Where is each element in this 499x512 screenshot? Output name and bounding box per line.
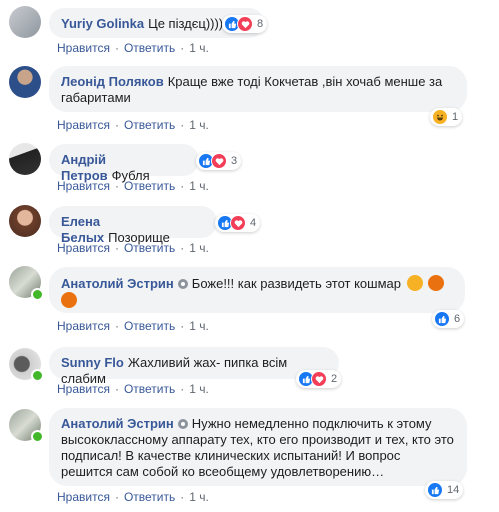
timestamp[interactable]: 1 ч. <box>189 179 209 193</box>
astonished-emoji-icon <box>406 275 423 291</box>
comment-actions: Нравится · Ответить · 1 ч. <box>57 241 209 255</box>
comment-author[interactable]: Анатолий Эстрин <box>61 416 174 431</box>
reply-link[interactable]: Ответить <box>124 490 175 504</box>
online-status-indicator <box>31 369 44 382</box>
comment-actions: Нравится · Ответить · 1 ч. <box>57 490 209 504</box>
reply-link[interactable]: Ответить <box>124 41 175 55</box>
reply-link[interactable]: Ответить <box>124 118 175 132</box>
like-link[interactable]: Нравится <box>57 319 110 333</box>
like-icon <box>427 482 443 498</box>
timestamp[interactable]: 1 ч. <box>189 41 209 55</box>
reaction-count: 8 <box>257 18 264 30</box>
timestamp[interactable]: 1 ч. <box>189 490 209 504</box>
like-link[interactable]: Нравится <box>57 241 110 255</box>
timestamp[interactable]: 1 ч. <box>189 382 209 396</box>
timestamp[interactable]: 1 ч. <box>189 319 209 333</box>
avatar[interactable] <box>9 143 41 175</box>
like-link[interactable]: Нравится <box>57 382 110 396</box>
online-status-indicator <box>31 430 44 443</box>
reaction-count: 3 <box>231 155 238 167</box>
comment-author[interactable]: Леонід Поляков <box>61 74 164 89</box>
comment-bubble: Леонід Поляков Краще вже тоді Кокчетав ,в… <box>49 66 467 112</box>
angry-emoji-icon <box>61 292 77 308</box>
love-icon <box>237 16 253 32</box>
reaction-summary[interactable]: 8 <box>222 15 268 33</box>
like-icon <box>434 311 450 327</box>
comment-author[interactable]: Sunny Flo <box>61 355 124 370</box>
comment-actions: Нравится · Ответить · 1 ч. <box>57 118 209 132</box>
reaction-summary[interactable]: 14 <box>425 481 464 499</box>
reaction-count: 6 <box>454 313 461 325</box>
comment-bubble: Sunny Flo Жахливий жах- пипка всім слабим <box>49 347 339 386</box>
comment-author[interactable]: Yuriy Golinka <box>61 16 144 31</box>
comment-actions: Нравится · Ответить · 1 ч. <box>57 382 209 396</box>
reply-link[interactable]: Ответить <box>124 241 175 255</box>
comment-actions: Нравится · Ответить · 1 ч. <box>57 41 209 55</box>
like-link[interactable]: Нравится <box>57 490 110 504</box>
comment-bubble: Анатолий Эстрин Нужно немедленно подключи… <box>49 408 467 486</box>
like-link[interactable]: Нравится <box>57 118 110 132</box>
reaction-summary[interactable]: 3 <box>196 152 242 170</box>
like-link[interactable]: Нравится <box>57 41 110 55</box>
reaction-count: 1 <box>452 111 459 123</box>
reaction-summary[interactable]: 6 <box>432 310 465 328</box>
reaction-summary[interactable]: 2 <box>296 370 342 388</box>
comment-actions: Нравится · Ответить · 1 ч. <box>57 179 209 193</box>
avatar[interactable] <box>9 6 41 38</box>
verified-icon <box>177 279 188 289</box>
comment-bubble: Елена Белых Позорище <box>49 206 217 245</box>
love-icon <box>211 153 227 169</box>
comment-author[interactable]: Анатолий Эстрин <box>61 276 174 291</box>
avatar[interactable] <box>9 205 41 237</box>
verified-icon <box>177 419 188 429</box>
like-link[interactable]: Нравится <box>57 179 110 193</box>
reaction-count: 2 <box>331 373 338 385</box>
reply-link[interactable]: Ответить <box>124 319 175 333</box>
timestamp[interactable]: 1 ч. <box>189 241 209 255</box>
reaction-summary[interactable]: 4 <box>215 214 261 232</box>
reaction-count: 14 <box>447 484 460 496</box>
comment-actions: Нравится · Ответить · 1 ч. <box>57 319 209 333</box>
screaming-emoji-icon <box>428 275 445 291</box>
avatar[interactable] <box>9 66 41 98</box>
reply-link[interactable]: Ответить <box>124 382 175 396</box>
reaction-summary[interactable]: 1 <box>430 108 463 126</box>
reaction-count: 4 <box>250 217 257 229</box>
comment-bubble: Андрій Петров Фубля <box>49 144 199 183</box>
comment-bubble: Анатолий Эстрин Боже!!! как развидеть это… <box>49 267 465 313</box>
timestamp[interactable]: 1 ч. <box>189 118 209 132</box>
haha-icon <box>432 109 448 125</box>
comment-text: Це піздєц)))) <box>148 16 224 31</box>
reply-link[interactable]: Ответить <box>124 179 175 193</box>
love-icon <box>311 371 327 387</box>
online-status-indicator <box>31 288 44 301</box>
comment-text: Боже!!! как развидеть этот кошмар <box>191 276 401 291</box>
love-icon <box>230 215 246 231</box>
